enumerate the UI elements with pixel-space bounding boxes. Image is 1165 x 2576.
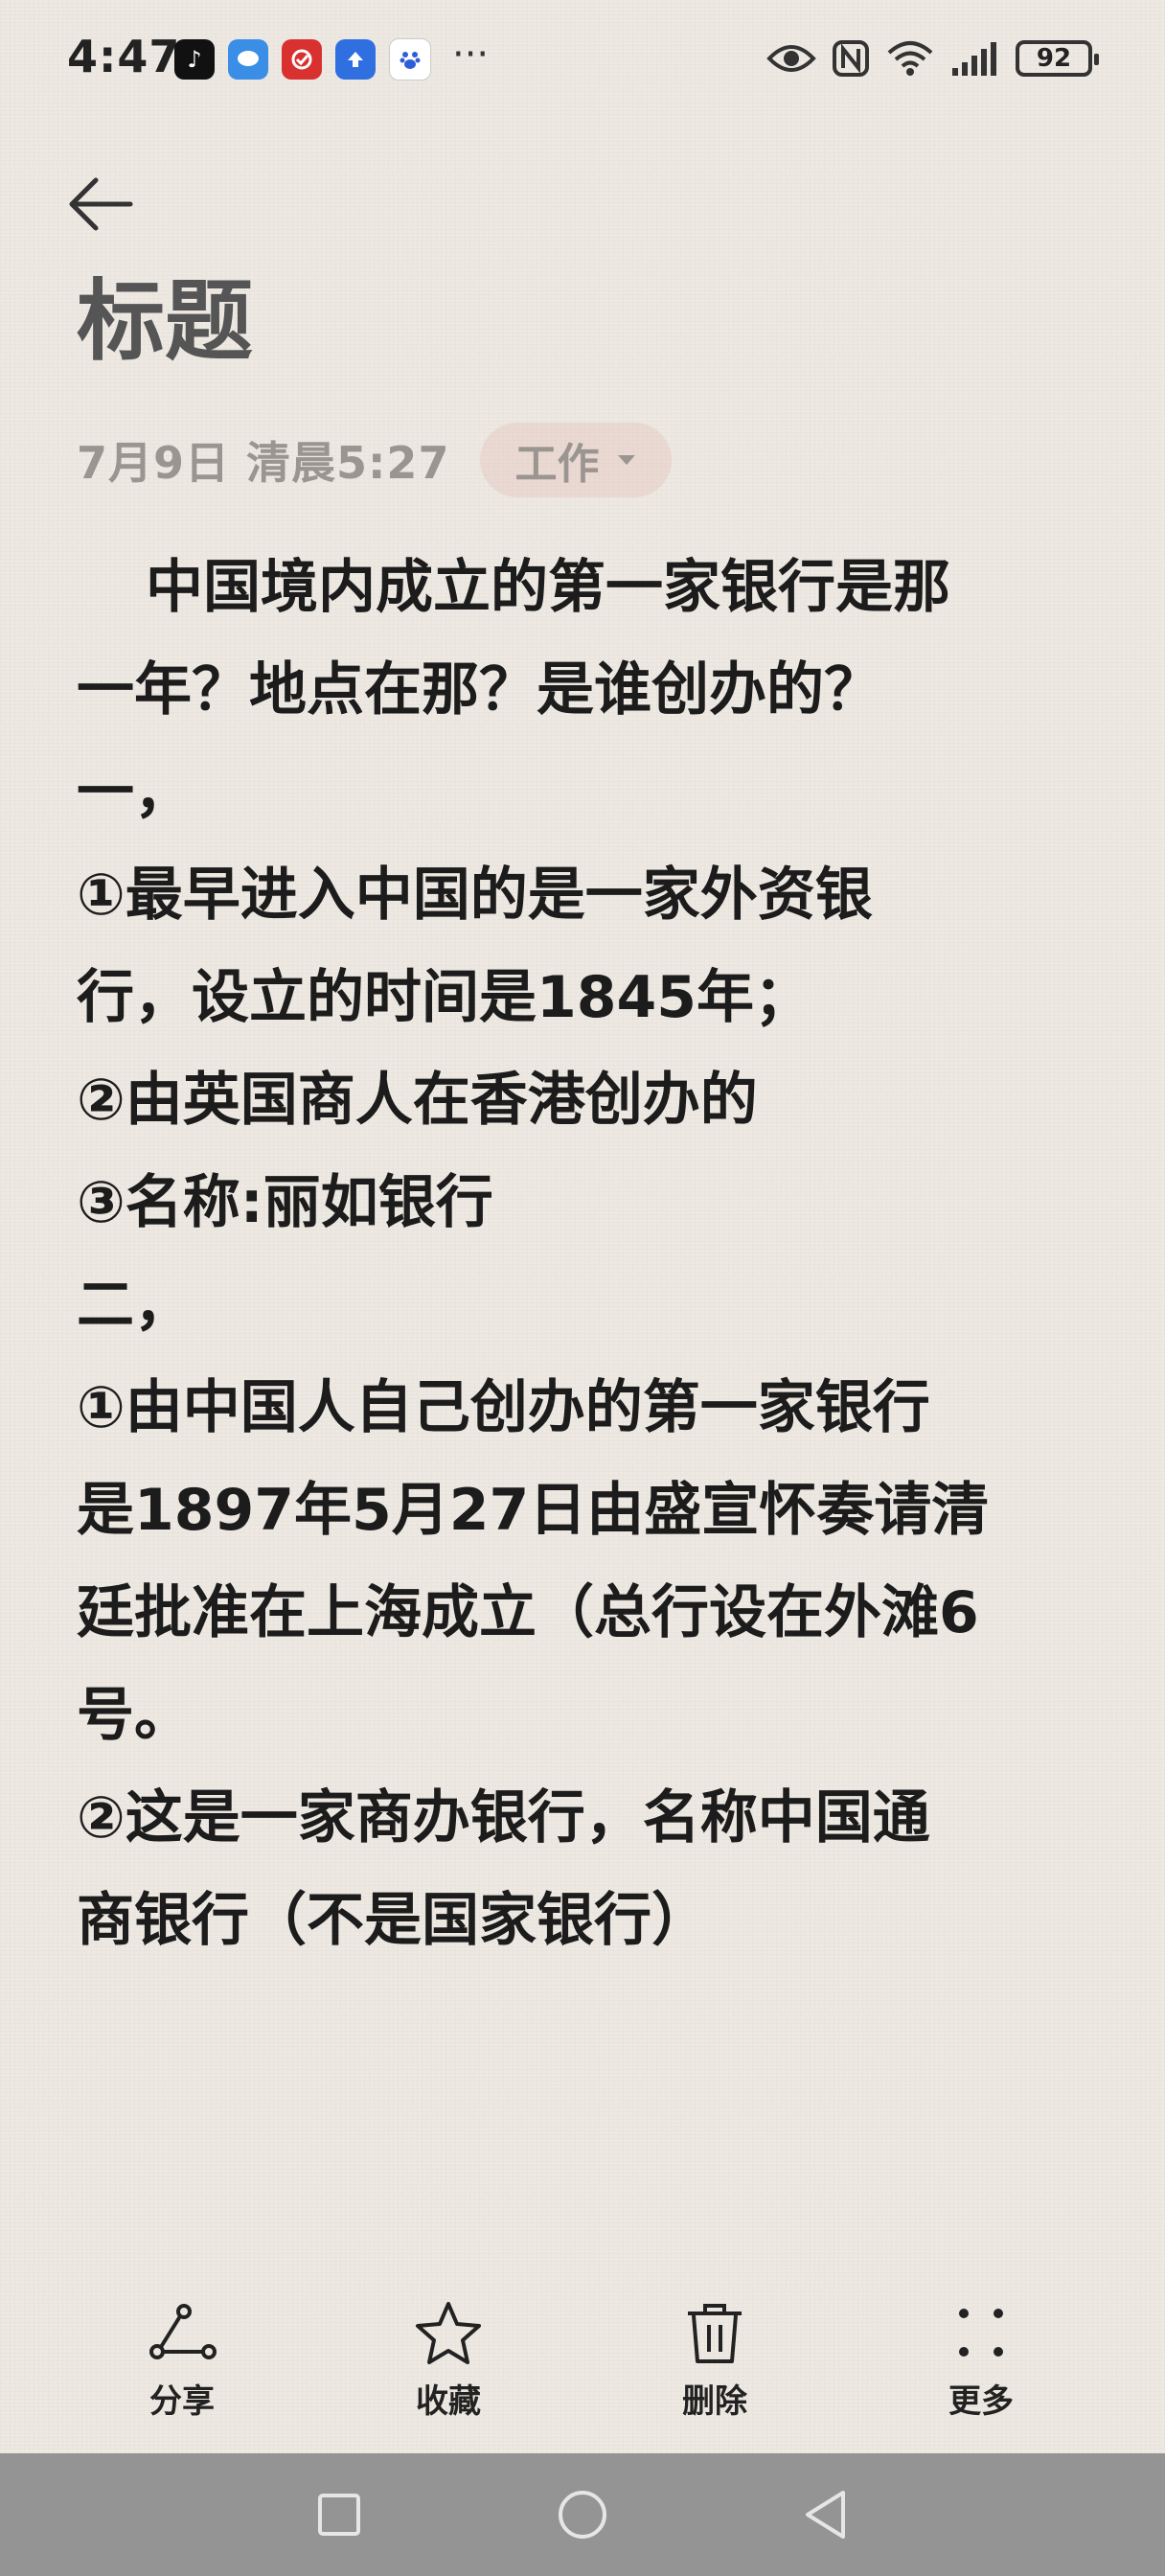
more-notifications-icon: ··· bbox=[452, 33, 490, 77]
note-line: 商银行（不是国家银行） bbox=[77, 1887, 709, 1954]
bottom-toolbar: 分享 收藏 删除 更多 bbox=[0, 2300, 1165, 2444]
back-triangle-icon bbox=[806, 2491, 845, 2539]
more-label: 更多 bbox=[948, 2382, 1014, 2421]
more-button[interactable]: 更多 bbox=[904, 2300, 1058, 2422]
status-bar: 4:47 ♪ ··· 92 bbox=[0, 0, 1165, 115]
star-icon bbox=[416, 2302, 481, 2364]
favorite-button[interactable]: 收藏 bbox=[372, 2300, 525, 2422]
note-line: ③名称:丽如银行 bbox=[77, 1169, 493, 1236]
tiktok-icon: ♪ bbox=[174, 39, 215, 80]
note-line: 中国境内成立的第一家银行是那 bbox=[146, 554, 950, 621]
baidu-icon bbox=[389, 38, 431, 80]
back-nav-button[interactable] bbox=[795, 2484, 857, 2545]
note-line: 行，设立的时间是1845年； bbox=[77, 964, 811, 1031]
battery-icon: 92 bbox=[1016, 40, 1099, 77]
trash-icon bbox=[688, 2304, 742, 2363]
home-button[interactable] bbox=[552, 2484, 613, 2545]
dropdown-caret-icon bbox=[618, 455, 636, 465]
back-arrow-icon bbox=[69, 177, 133, 231]
delete-label: 删除 bbox=[682, 2382, 747, 2421]
note-line: ②由英国商人在香港创办的 bbox=[77, 1067, 758, 1134]
recents-button[interactable] bbox=[308, 2484, 370, 2545]
eye-comfort-icon bbox=[766, 45, 816, 72]
share-label: 分享 bbox=[149, 2382, 215, 2421]
recents-square-icon bbox=[318, 2494, 360, 2536]
status-time: 4:47 bbox=[67, 31, 181, 82]
nfc-icon bbox=[833, 40, 869, 77]
category-tag-label: 工作 bbox=[514, 440, 600, 489]
red-app-icon bbox=[282, 39, 322, 80]
note-line: 一年？地点在那？是谁创办的？ bbox=[77, 656, 881, 724]
note-line: 二， bbox=[77, 1272, 192, 1339]
note-line: ②这是一家商办银行，名称中国通 bbox=[77, 1784, 930, 1852]
back-button[interactable] bbox=[67, 161, 153, 247]
home-circle-icon bbox=[559, 2491, 606, 2539]
battery-level: 92 bbox=[1036, 44, 1072, 73]
note-line: 廷批准在上海成立（总行设在外滩6 bbox=[77, 1579, 979, 1646]
share-icon bbox=[149, 2304, 217, 2359]
note-line: ①由中国人自己创办的第一家银行 bbox=[77, 1374, 930, 1441]
system-nav-bar bbox=[0, 2453, 1165, 2576]
note-line: 一， bbox=[77, 759, 192, 826]
favorite-label: 收藏 bbox=[416, 2382, 481, 2421]
notification-icons: ♪ bbox=[174, 38, 431, 80]
category-tag-dropdown[interactable]: 工作 bbox=[480, 423, 673, 497]
delete-button[interactable]: 删除 bbox=[638, 2300, 791, 2422]
more-dots-icon bbox=[959, 2309, 1003, 2357]
cellular-signal-icon bbox=[952, 42, 996, 76]
note-meta: 7月9日 清晨5:27 工作 bbox=[77, 422, 673, 498]
note-line: 号。 bbox=[77, 1682, 192, 1749]
blue-upload-app-icon bbox=[335, 39, 376, 80]
note-line: 是1897年5月27日由盛宣怀奏请清 bbox=[77, 1477, 990, 1544]
wifi-icon bbox=[887, 41, 933, 76]
note-date: 7月9日 清晨5:27 bbox=[77, 437, 450, 489]
note-body[interactable]: 中国境内成立的第一家银行是那 一年？地点在那？是谁创办的？ 一， ①最早进入中国… bbox=[77, 537, 1111, 1972]
note-title[interactable]: 标题 bbox=[77, 278, 253, 366]
note-line: ①最早进入中国的是一家外资银 bbox=[77, 862, 873, 929]
messages-icon bbox=[228, 39, 268, 80]
system-indicators: 92 bbox=[766, 34, 1099, 82]
share-button[interactable]: 分享 bbox=[105, 2300, 259, 2422]
